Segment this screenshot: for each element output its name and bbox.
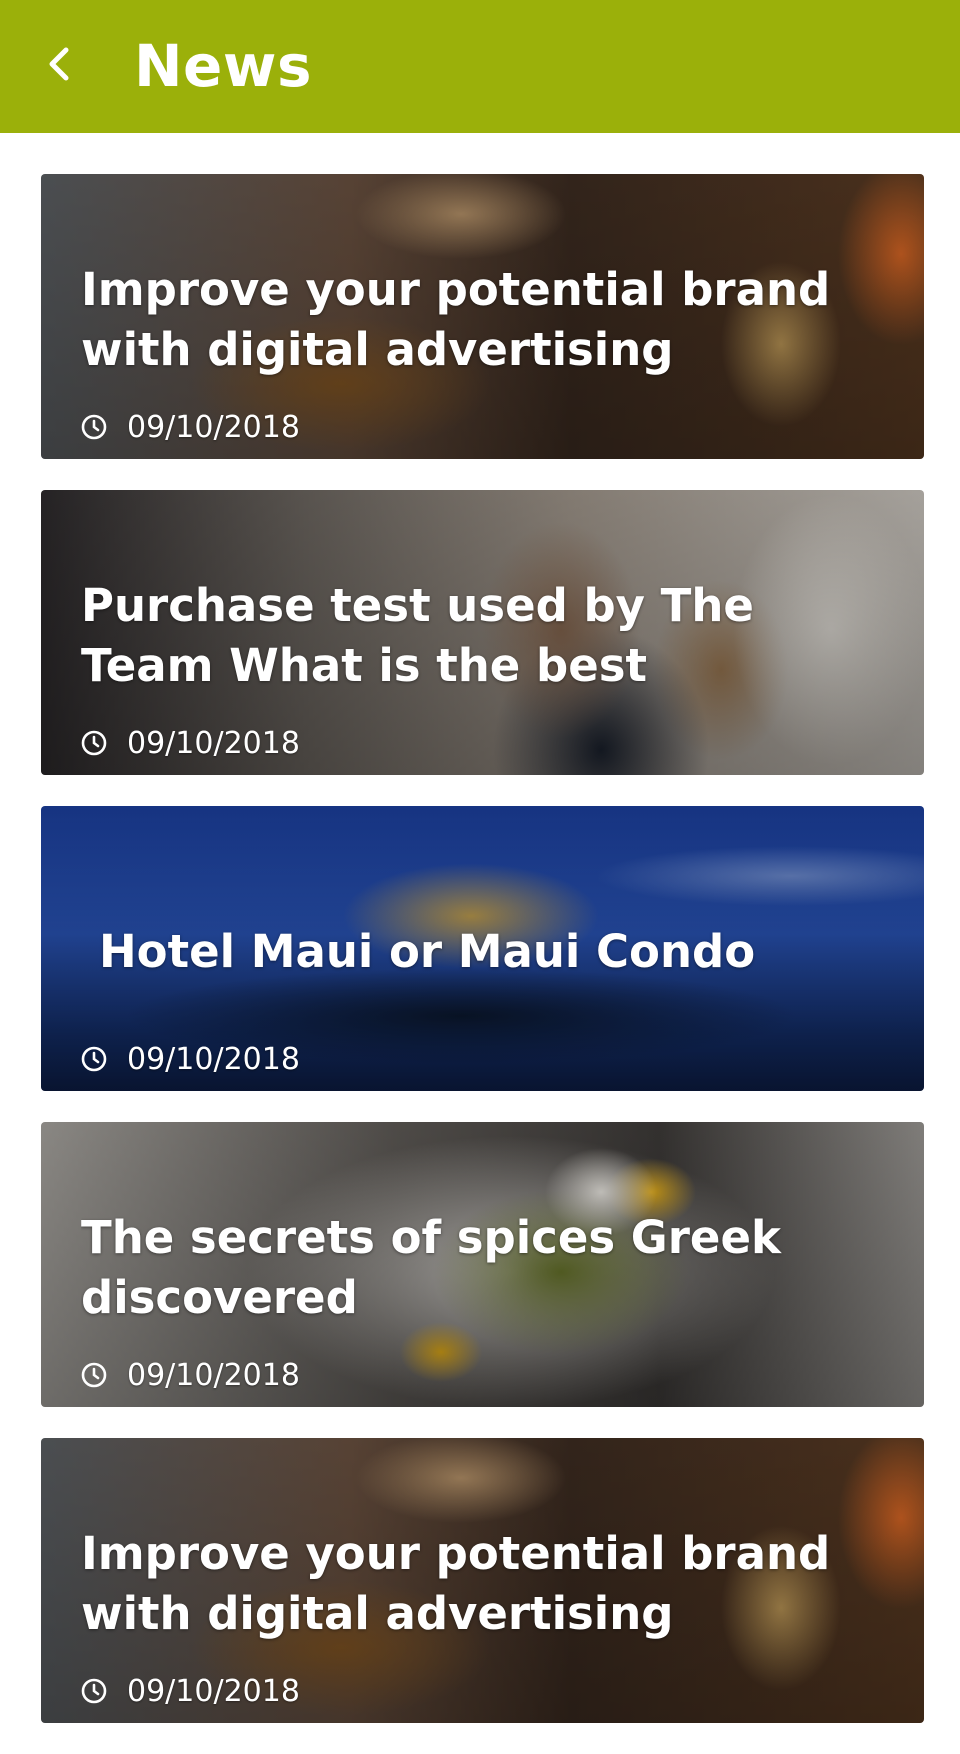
clock-icon [81,1362,107,1388]
clock-icon [81,1678,107,1704]
news-card-date-text: 09/10/2018 [127,725,300,761]
clock-icon [81,1046,107,1072]
clock-icon [81,414,107,440]
news-card[interactable]: Improve your potential brand with digita… [41,174,924,459]
news-card-date: 09/10/2018 [81,1040,300,1078]
news-card[interactable]: Hotel Maui or Maui Condo 09/10/2018 [41,806,924,1091]
news-list: Improve your potential brand with digita… [41,174,924,1754]
news-card-title: Purchase test used by The Team What is t… [81,579,754,692]
news-card[interactable]: The secrets of spices Greek discovered 0… [41,1122,924,1407]
chevron-left-icon [49,47,69,81]
news-card-title: Hotel Maui or Maui Condo [99,925,756,978]
news-card-date: 09/10/2018 [81,1356,300,1394]
clock-icon [81,730,107,756]
news-card-title: The secrets of spices Greek discovered [81,1211,781,1324]
page-title: News [134,32,312,100]
news-card-date-text: 09/10/2018 [127,1357,300,1393]
news-card-date: 09/10/2018 [81,724,300,762]
news-card-date-text: 09/10/2018 [127,1041,300,1077]
back-button[interactable] [28,32,92,96]
news-card-date: 09/10/2018 [81,408,300,446]
news-card-date: 09/10/2018 [81,1672,300,1710]
app-bar: News [0,0,960,133]
news-card-date-text: 09/10/2018 [127,409,300,445]
news-card-title: Improve your potential brand with digita… [81,263,831,376]
news-card[interactable]: Improve your potential brand with digita… [41,1438,924,1723]
news-card-title: Improve your potential brand with digita… [81,1527,831,1640]
news-card-date-text: 09/10/2018 [127,1673,300,1709]
news-card[interactable]: Purchase test used by The Team What is t… [41,490,924,775]
